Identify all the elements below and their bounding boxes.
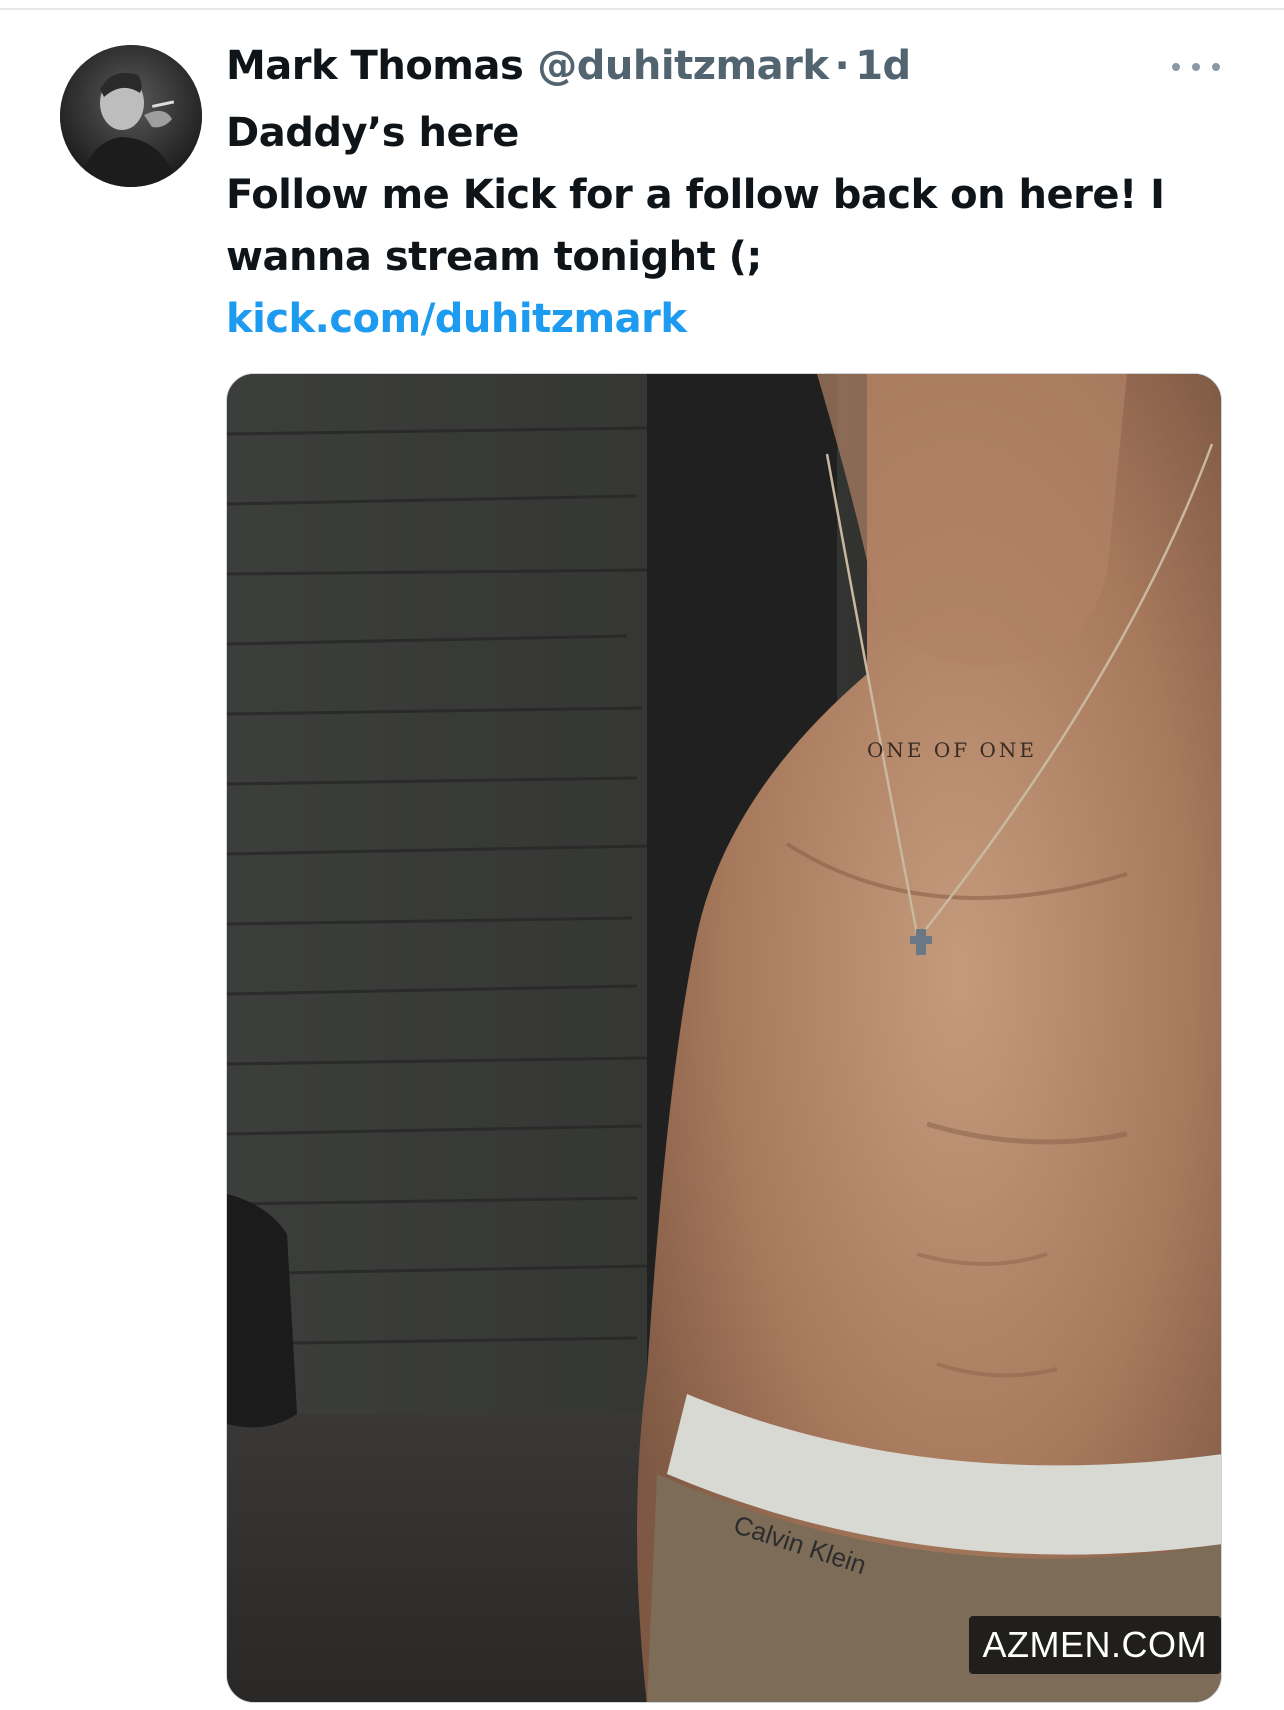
tweet-header: Mark Thomas @duhitzmark · 1d — [226, 40, 911, 92]
author-name[interactable]: Mark Thomas — [226, 43, 524, 89]
author-handle[interactable]: @duhitzmark — [537, 43, 829, 89]
separator-dot: · — [834, 43, 850, 89]
tweet-text-line: wanna stream tonight (; — [226, 234, 762, 280]
avatar[interactable] — [60, 45, 202, 187]
more-icon-dot — [1192, 63, 1200, 71]
tattoo-text: ONE OF ONE — [867, 738, 1037, 762]
tweet-text-line: Daddy’s here — [226, 110, 519, 156]
photo-illustration: ONE OF ONE Calvin Klein — [227, 374, 1221, 1702]
more-options-button[interactable] — [1172, 52, 1220, 82]
timestamp[interactable]: 1d — [855, 43, 911, 89]
tweet-body: Daddy’s here Follow me Kick for a follow… — [226, 102, 1226, 350]
watermark: AZMEN.COM — [968, 1616, 1221, 1674]
top-divider — [0, 8, 1284, 10]
more-icon-dot — [1212, 63, 1220, 71]
tweet-media-photo[interactable]: ONE OF ONE Calvin Klein AZMEN.COM — [226, 373, 1222, 1703]
tweet-text-line: Follow me Kick for a follow back on here… — [226, 172, 1165, 218]
avatar-image — [60, 45, 202, 187]
tweet-link[interactable]: kick.com/duhitzmark — [226, 288, 1226, 350]
more-icon-dot — [1172, 63, 1180, 71]
